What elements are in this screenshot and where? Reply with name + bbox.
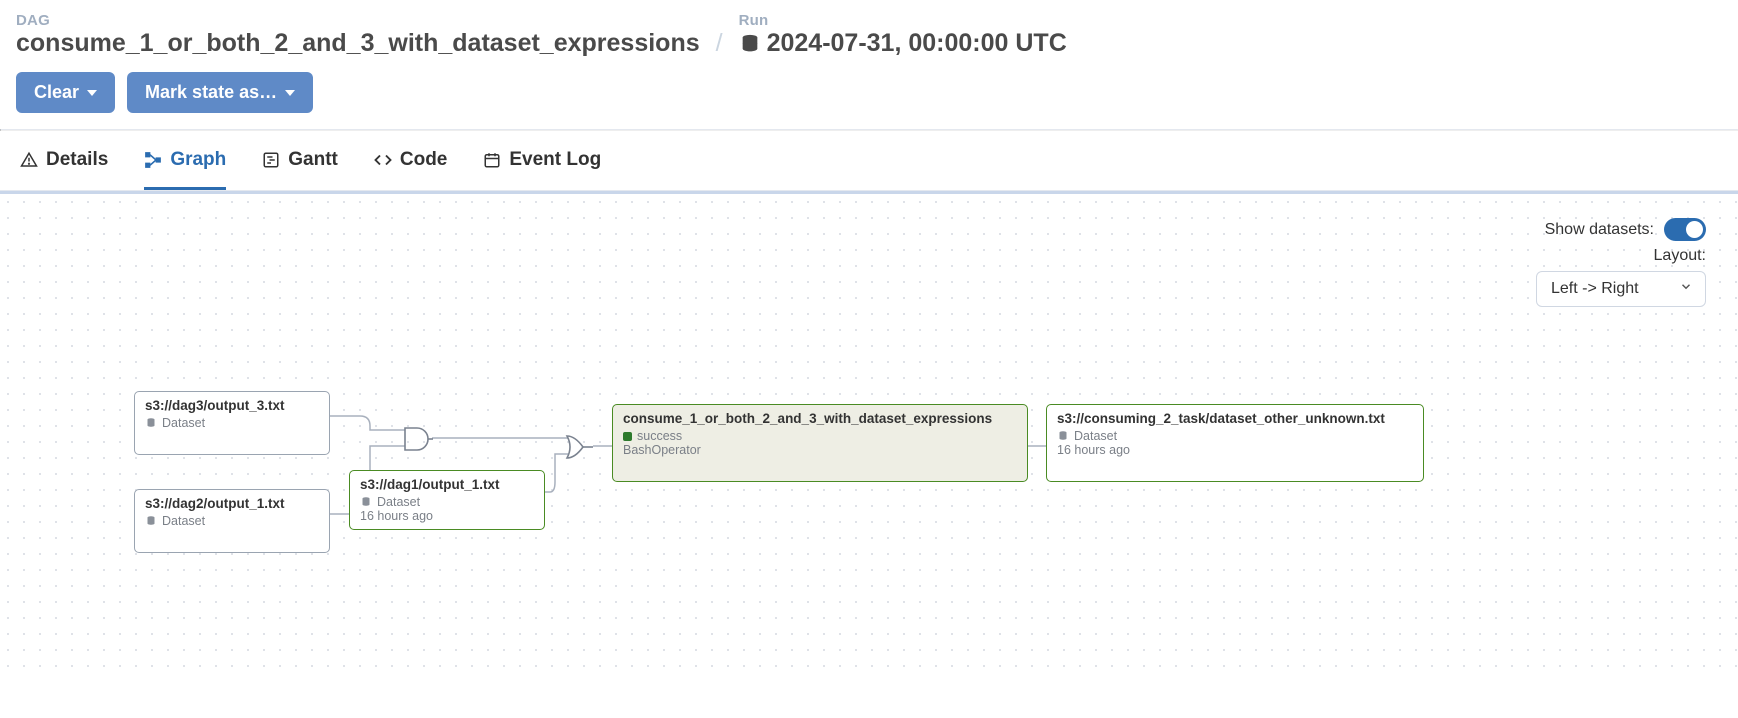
- tab-details[interactable]: Details: [20, 149, 108, 190]
- database-icon: [145, 417, 157, 429]
- tab-event-log[interactable]: Event Log: [483, 149, 601, 190]
- chevron-down-icon: [1679, 280, 1693, 299]
- task-node[interactable]: consume_1_or_both_2_and_3_with_dataset_e…: [612, 404, 1028, 482]
- layout-label: Layout:: [1654, 247, 1706, 265]
- run-label: Run: [739, 12, 1067, 29]
- show-datasets-label: Show datasets:: [1545, 221, 1654, 239]
- graph-canvas[interactable]: Show datasets: Layout: Left -> Right: [0, 194, 1738, 674]
- status-success-icon: [623, 432, 632, 441]
- run-value[interactable]: 2024-07-31, 00:00:00 UTC: [739, 29, 1067, 58]
- clear-button[interactable]: Clear: [16, 72, 115, 113]
- dag-label: DAG: [16, 12, 700, 29]
- node-operator: BashOperator: [623, 443, 1017, 457]
- tab-graph[interactable]: Graph: [144, 149, 226, 190]
- breadcrumb: DAG consume_1_or_both_2_and_3_with_datas…: [16, 12, 1722, 58]
- code-icon: [374, 151, 392, 169]
- tab-bar: Details Graph Gantt Code Event Log: [0, 131, 1738, 191]
- caret-down-icon: [87, 90, 97, 96]
- dataset-node-ds-out[interactable]: s3://consuming_2_task/dataset_other_unkn…: [1046, 404, 1424, 482]
- database-icon: [739, 33, 761, 55]
- graph-icon: [144, 151, 162, 169]
- dataset-node-ds2[interactable]: s3://dag2/output_1.txt Dataset: [134, 489, 330, 553]
- calendar-icon: [483, 151, 501, 169]
- dataset-node-ds3[interactable]: s3://dag3/output_3.txt Dataset: [134, 391, 330, 455]
- dag-name[interactable]: consume_1_or_both_2_and_3_with_dataset_e…: [16, 29, 700, 58]
- node-status: success: [637, 429, 682, 443]
- layout-select[interactable]: Left -> Right: [1536, 271, 1706, 307]
- node-time: 16 hours ago: [360, 509, 534, 523]
- node-title: s3://dag2/output_1.txt: [145, 496, 319, 511]
- tab-code[interactable]: Code: [374, 149, 448, 190]
- database-icon: [360, 496, 372, 508]
- show-datasets-toggle[interactable]: [1664, 218, 1706, 241]
- or-gate-icon: [565, 434, 595, 460]
- node-title: s3://dag3/output_3.txt: [145, 398, 319, 413]
- caret-down-icon: [285, 90, 295, 96]
- node-title: consume_1_or_both_2_and_3_with_dataset_e…: [623, 411, 1017, 426]
- node-time: 16 hours ago: [1057, 443, 1413, 457]
- node-title: s3://consuming_2_task/dataset_other_unkn…: [1057, 411, 1413, 426]
- breadcrumb-separator: /: [716, 29, 723, 58]
- dataset-node-ds1[interactable]: s3://dag1/output_1.txt Dataset 16 hours …: [349, 470, 545, 530]
- warning-icon: [20, 151, 38, 169]
- mark-state-button[interactable]: Mark state as…: [127, 72, 313, 113]
- database-icon: [1057, 430, 1069, 442]
- tab-gantt[interactable]: Gantt: [262, 149, 338, 190]
- database-icon: [145, 515, 157, 527]
- node-title: s3://dag1/output_1.txt: [360, 477, 534, 492]
- gantt-icon: [262, 151, 280, 169]
- and-gate-icon: [403, 426, 433, 452]
